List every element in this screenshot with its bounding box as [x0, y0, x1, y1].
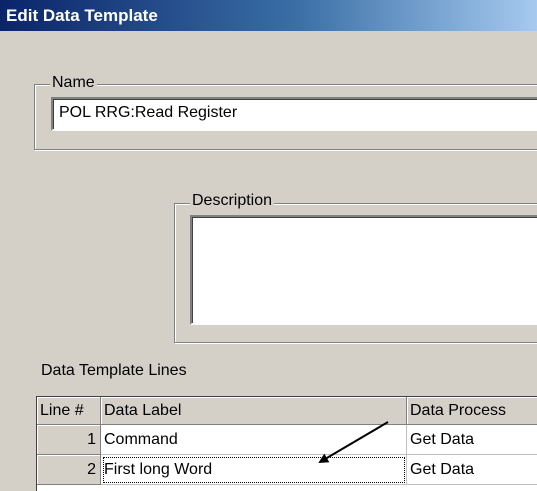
row-1-line-number[interactable]: 1: [37, 425, 101, 455]
name-legend: Name: [50, 74, 97, 92]
row-2-data-process[interactable]: Get Data: [407, 455, 537, 485]
name-field-box: [51, 97, 537, 131]
row-2-data-label[interactable]: First long Word: [101, 455, 407, 485]
row-1-data-label[interactable]: Command: [101, 425, 407, 455]
row-1-data-process[interactable]: Get Data: [407, 425, 537, 455]
description-field-box: [190, 215, 537, 325]
data-template-lines-grid[interactable]: Line # Data Label Data Process 1 Command…: [36, 396, 537, 491]
column-header-data-label[interactable]: Data Label: [101, 397, 407, 425]
description-legend: Description: [190, 192, 275, 210]
description-field[interactable]: [192, 217, 537, 323]
column-header-data-process[interactable]: Data Process: [407, 397, 537, 425]
window-title-bar: Edit Data Template: [0, 0, 537, 31]
window-title: Edit Data Template: [6, 6, 158, 25]
column-header-line-number[interactable]: Line #: [37, 397, 101, 425]
data-template-lines-label: Data Template Lines: [41, 362, 187, 379]
name-field[interactable]: [59, 104, 499, 122]
row-2-line-number[interactable]: 2: [37, 455, 101, 485]
